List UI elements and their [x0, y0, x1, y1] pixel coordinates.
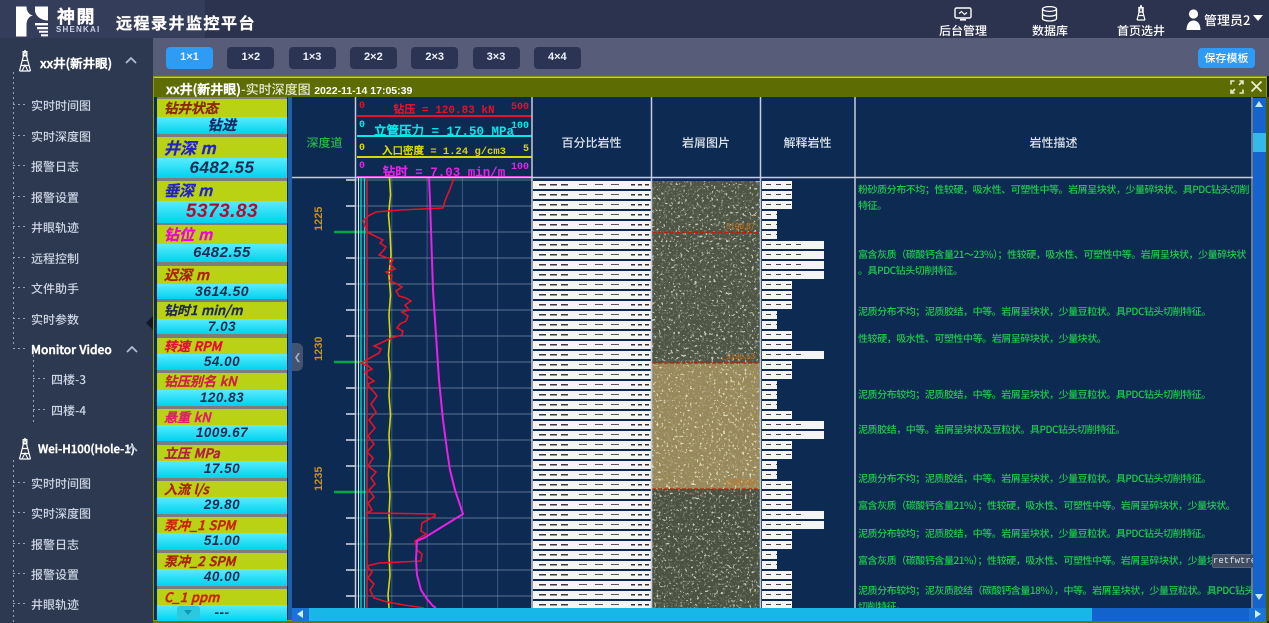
svg-text:1225: 1225: [313, 207, 325, 231]
svg-text:1230: 1230: [313, 337, 325, 361]
svg-text:1235: 1235: [313, 467, 325, 491]
